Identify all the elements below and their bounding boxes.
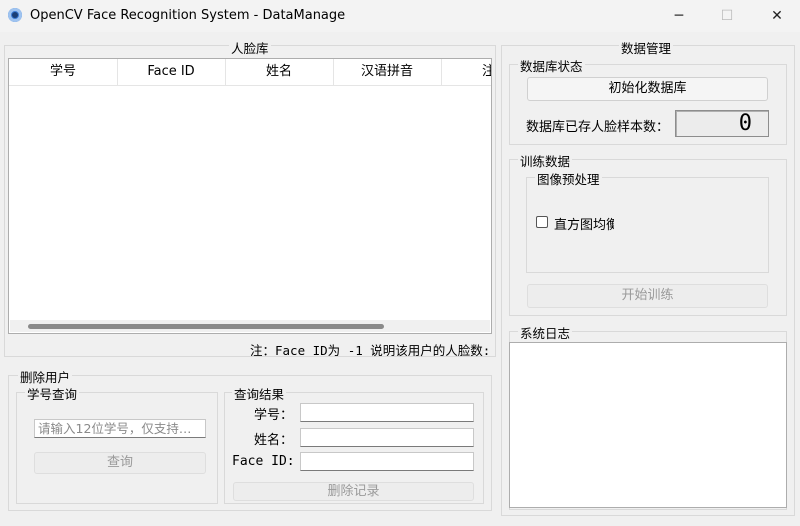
sample-count-display: 0 xyxy=(675,110,769,137)
column-header-register[interactable]: 注册 xyxy=(441,59,491,85)
student-id-label: 学号： xyxy=(254,408,294,423)
face-id-label: Face ID: xyxy=(232,454,295,469)
name-label: 姓名： xyxy=(254,433,294,448)
table-header: 学号 Face ID 姓名 汉语拼音 注册 xyxy=(9,59,491,86)
horizontal-scrollbar[interactable] xyxy=(10,320,490,332)
system-log-textarea[interactable] xyxy=(509,342,787,508)
start-training-button[interactable]: 开始训练 xyxy=(527,284,768,308)
column-header-student-id[interactable]: 学号 xyxy=(9,59,118,85)
preprocess-title: 图像预处理 xyxy=(535,169,602,188)
column-header-pinyin[interactable]: 汉语拼音 xyxy=(333,59,442,85)
name-field[interactable] xyxy=(300,428,474,447)
face-id-field[interactable] xyxy=(300,452,474,471)
face-id-note: 注：Face ID为 -1 说明该用户的人脸数: xyxy=(250,343,491,358)
face-table[interactable]: 学号 Face ID 姓名 汉语拼音 注册 xyxy=(8,58,492,334)
close-icon[interactable]: ✕ xyxy=(754,0,800,32)
hist-eq-checkbox[interactable] xyxy=(536,216,548,228)
webcam-icon xyxy=(8,8,22,22)
log-title: 系统日志 xyxy=(518,323,573,342)
student-query-group xyxy=(16,392,218,504)
face-db-title: 人脸库 xyxy=(229,38,271,57)
title-bar: OpenCV Face Recognition System - DataMan… xyxy=(0,0,800,32)
student-query-title: 学号查询 xyxy=(25,384,80,403)
scrollbar-thumb[interactable] xyxy=(28,324,384,329)
column-header-face-id[interactable]: Face ID xyxy=(117,59,226,85)
delete-record-button[interactable]: 删除记录 xyxy=(233,482,474,501)
column-header-name[interactable]: 姓名 xyxy=(225,59,334,85)
student-id-field[interactable] xyxy=(300,403,474,422)
sample-count-value: 0 xyxy=(738,111,752,136)
query-button[interactable]: 查询 xyxy=(34,452,206,474)
student-id-search-input[interactable]: 请输入12位学号，仅支持… xyxy=(34,419,206,438)
init-db-button[interactable]: 初始化数据库 xyxy=(527,77,768,101)
data-mgmt-title: 数据管理 xyxy=(619,38,674,57)
query-result-title: 查询结果 xyxy=(232,384,287,403)
training-title: 训练数据 xyxy=(518,151,573,170)
window-title: OpenCV Face Recognition System - DataMan… xyxy=(30,8,346,23)
maximize-icon[interactable]: ☐ xyxy=(704,0,750,32)
db-status-title: 数据库状态 xyxy=(518,56,585,75)
hist-eq-label[interactable]: 直方图均衡 xyxy=(554,214,614,233)
minimize-icon[interactable]: ─ xyxy=(656,0,702,32)
sample-count-label: 数据库已存人脸样本数： xyxy=(526,120,670,135)
